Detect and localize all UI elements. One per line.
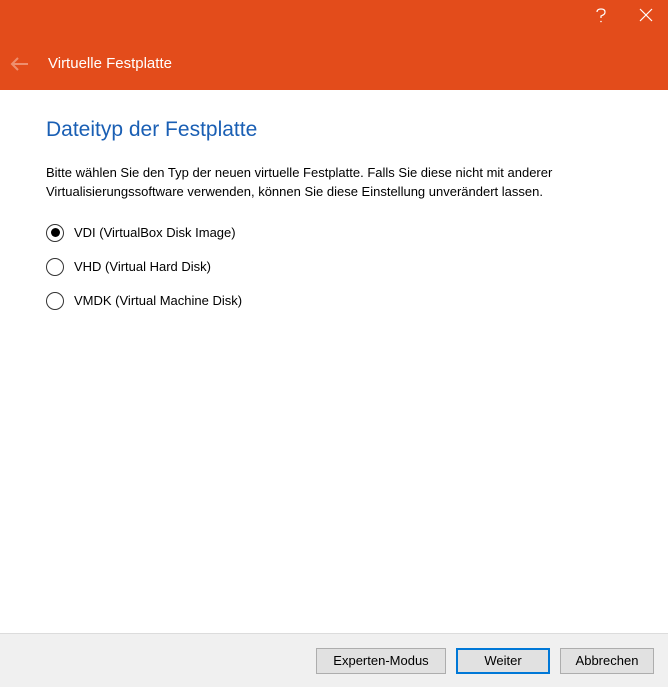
disk-type-radio-group: VDI (VirtualBox Disk Image) VHD (Virtual… [46,224,622,310]
page-description: Bitte wählen Sie den Typ der neuen virtu… [46,164,622,202]
radio-icon [46,292,64,310]
next-button[interactable]: Weiter [456,648,550,674]
close-icon [639,8,653,22]
radio-label: VHD (Virtual Hard Disk) [74,259,211,274]
radio-icon [46,224,64,242]
help-button[interactable] [578,0,623,30]
radio-label: VMDK (Virtual Machine Disk) [74,293,242,308]
content-area: Dateityp der Festplatte Bitte wählen Sie… [0,90,668,310]
radio-label: VDI (VirtualBox Disk Image) [74,225,236,240]
radio-icon [46,258,64,276]
expert-mode-button[interactable]: Experten-Modus [316,648,446,674]
page-heading: Dateityp der Festplatte [46,118,622,142]
titlebar: Virtuelle Festplatte [0,0,668,90]
help-icon [594,7,608,23]
radio-option-vhd[interactable]: VHD (Virtual Hard Disk) [46,258,622,276]
wizard-footer: Experten-Modus Weiter Abbrechen [0,633,668,687]
radio-option-vdi[interactable]: VDI (VirtualBox Disk Image) [46,224,622,242]
cancel-button[interactable]: Abbrechen [560,648,654,674]
radio-option-vmdk[interactable]: VMDK (Virtual Machine Disk) [46,292,622,310]
back-arrow-icon [10,56,30,72]
wizard-title: Virtuelle Festplatte [48,55,172,72]
window-controls [578,0,668,30]
close-button[interactable] [623,0,668,30]
back-button [10,56,30,75]
